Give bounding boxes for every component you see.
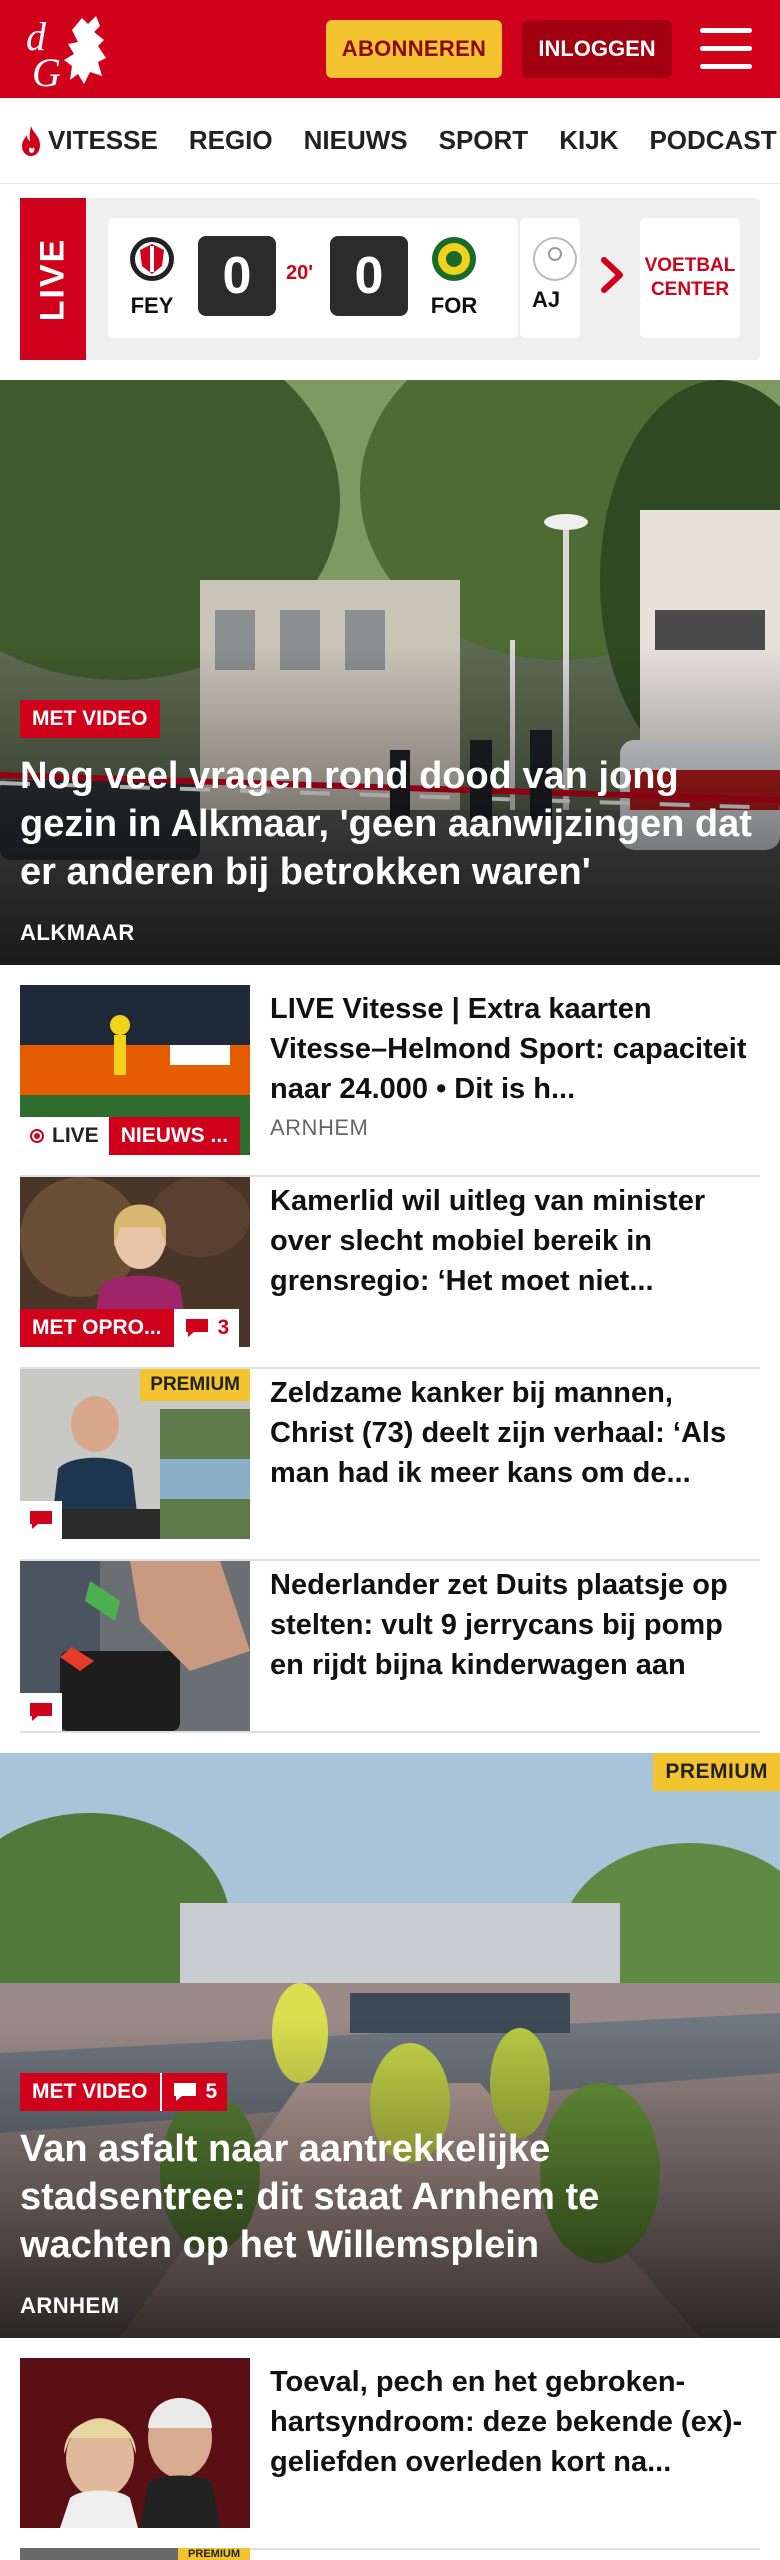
article-thumbnail bbox=[20, 1561, 250, 1731]
match-minute: 20' bbox=[286, 262, 314, 284]
nav-item-vitesse[interactable]: VITESSE bbox=[18, 125, 158, 157]
fortuna-crest-icon bbox=[432, 237, 476, 281]
next-team: AJ bbox=[532, 236, 580, 313]
away-team: FOR bbox=[424, 236, 484, 319]
comment-icon bbox=[173, 2083, 196, 2101]
list-item[interactable]: PREMIUM bbox=[20, 2548, 760, 2560]
article-thumbnail: LIVE NIEUWS ... bbox=[20, 985, 250, 1155]
article-title[interactable]: Kamerlid wil uitleg van minister over sl… bbox=[270, 1181, 750, 1301]
article-title[interactable]: Toeval, pech en het gebroken-hartsyndroo… bbox=[270, 2362, 750, 2482]
hero-location: ALKMAAR bbox=[20, 920, 135, 945]
list-item[interactable]: Toeval, pech en het gebroken-hartsyndroo… bbox=[20, 2358, 760, 2550]
live-tab[interactable]: LIVE bbox=[20, 198, 86, 360]
hero-article-alkmaar[interactable]: MET VIDEO Nog veel vragen rond dood van … bbox=[0, 380, 780, 965]
site-header: d G ABONNEREN INLOGGEN bbox=[0, 0, 780, 98]
match-card-next[interactable]: AJ bbox=[520, 218, 580, 338]
nav-label: VITESSE bbox=[48, 125, 158, 155]
article-title[interactable]: LIVE Vitesse | Extra kaarten Vitesse–Hel… bbox=[270, 989, 750, 1109]
comment-badge bbox=[20, 1693, 62, 1731]
nav-item-kijk[interactable]: KIJK bbox=[559, 125, 618, 156]
thumb-badges: MET OPRO... 3 bbox=[20, 1309, 240, 1347]
away-score: 0 bbox=[330, 236, 408, 316]
premium-badge: PREMIUM bbox=[140, 1369, 250, 1401]
article-thumbnail bbox=[20, 2358, 250, 2528]
comment-icon bbox=[30, 1511, 52, 1529]
hero-title[interactable]: Nog veel vragen rond dood van jong gezin… bbox=[20, 752, 760, 896]
list-item[interactable]: MET OPRO... 3 Kamerlid wil uitleg van mi… bbox=[20, 1177, 760, 1369]
dg-logo[interactable]: d G bbox=[24, 10, 120, 90]
flame-icon bbox=[22, 125, 40, 156]
home-team: FEY bbox=[122, 236, 182, 319]
svg-text:G: G bbox=[32, 50, 61, 90]
hero-title[interactable]: Van asfalt naar aantrekkelijke stadsentr… bbox=[20, 2125, 760, 2269]
away-team-abbr: FOR bbox=[430, 293, 478, 318]
nav-item-sport[interactable]: SPORT bbox=[439, 125, 529, 156]
nav-item-nieuws[interactable]: NIEUWS bbox=[304, 125, 408, 156]
menu-icon[interactable] bbox=[700, 28, 752, 70]
nav-item-regio[interactable]: REGIO bbox=[189, 125, 273, 156]
live-badge: LIVE bbox=[20, 1117, 109, 1155]
list-item[interactable]: Nederlander zet Duits plaatsje op stelte… bbox=[20, 1561, 760, 1733]
list-item[interactable]: PREMIUM Zeldzame kanker bij mannen, Chri… bbox=[20, 1369, 760, 1561]
home-score: 0 bbox=[198, 236, 276, 316]
hero-article-arnhem[interactable]: PREMIUM MET VIDEO 5 Van asfalt naar aant… bbox=[0, 1753, 780, 2338]
ajax-crest-icon bbox=[533, 237, 577, 281]
comment-count: 3 bbox=[173, 1309, 240, 1347]
article-thumbnail: MET OPRO... 3 bbox=[20, 1177, 250, 1347]
comment-icon bbox=[30, 1703, 52, 1721]
thumb-badges: LIVE NIEUWS ... bbox=[20, 1117, 241, 1155]
main-nav: VITESSE REGIO NIEUWS SPORT KIJK PODCAST bbox=[0, 98, 780, 184]
chevron-right-icon[interactable] bbox=[592, 250, 632, 300]
article-title[interactable]: Zeldzame kanker bij mannen, Christ (73) … bbox=[270, 1373, 750, 1493]
video-badge: MET VIDEO bbox=[20, 700, 160, 738]
comment-count-label: 5 bbox=[205, 2080, 218, 2103]
hero-badges: MET VIDEO 5 bbox=[20, 2073, 228, 2111]
premium-badge: PREMIUM bbox=[178, 2548, 250, 2560]
subscribe-button[interactable]: ABONNEREN bbox=[326, 20, 502, 78]
video-badge: MET VIDEO bbox=[20, 2073, 160, 2111]
live-dot-icon bbox=[30, 1129, 44, 1143]
hero-location: ARNHEM bbox=[20, 2293, 120, 2318]
list-item[interactable]: LIVE NIEUWS ... LIVE Vitesse | Extra kaa… bbox=[20, 985, 760, 1177]
opinion-badge: MET OPRO... bbox=[20, 1309, 174, 1347]
live-scoreboard: LIVE FEY 0 20' 0 FOR AJ VOETBAL CENTER bbox=[20, 198, 760, 360]
article-thumbnail: PREMIUM bbox=[20, 1369, 250, 1539]
live-badge-label: LIVE bbox=[52, 1124, 99, 1147]
comment-badge bbox=[20, 1501, 62, 1539]
premium-badge-wrap: PREMIUM bbox=[653, 1753, 780, 1791]
next-team-abbr: AJ bbox=[532, 287, 561, 312]
comment-count: 5 bbox=[159, 2073, 228, 2111]
login-button[interactable]: INLOGGEN bbox=[522, 20, 672, 78]
feyenoord-crest-icon bbox=[130, 237, 174, 281]
match-card[interactable]: FEY 0 20' 0 FOR bbox=[108, 218, 518, 338]
hero-badges: MET VIDEO bbox=[20, 700, 160, 738]
comment-count-label: 3 bbox=[217, 1316, 230, 1339]
live-tab-label: LIVE bbox=[33, 237, 72, 321]
home-team-abbr: FEY bbox=[130, 293, 174, 318]
voetbal-center-link[interactable]: VOETBAL CENTER bbox=[640, 218, 740, 338]
article-thumbnail: PREMIUM bbox=[20, 2548, 250, 2560]
section-badge: NIEUWS ... bbox=[108, 1117, 241, 1155]
comment-icon bbox=[185, 1319, 208, 1337]
nav-item-podcast[interactable]: PODCAST bbox=[649, 125, 776, 156]
article-location: ARNHEM bbox=[270, 1115, 369, 1140]
article-title[interactable]: Nederlander zet Duits plaatsje op stelte… bbox=[270, 1565, 750, 1685]
premium-badge: PREMIUM bbox=[653, 1753, 780, 1791]
